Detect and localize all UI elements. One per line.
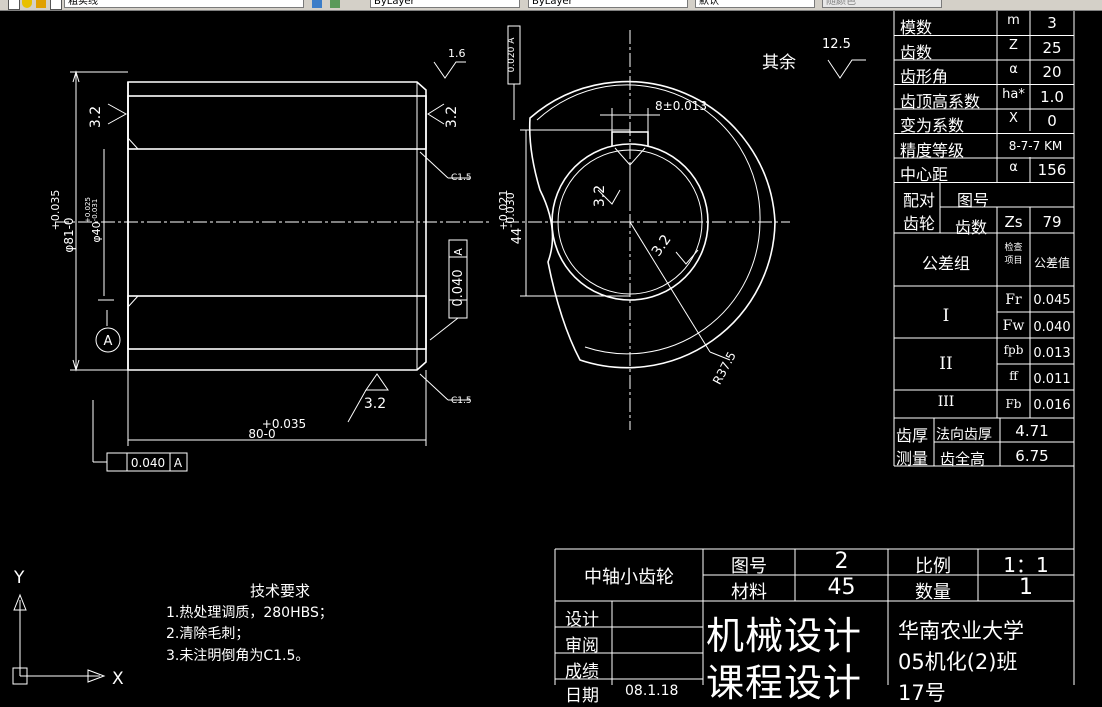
dim-outer-upper: +0.035: [49, 190, 62, 231]
gear-table: [893, 11, 1075, 685]
chamfer-top: C1.5: [451, 173, 472, 183]
title-block: [554, 548, 1074, 685]
linetype-dropdown[interactable]: ByLayer: [528, 0, 688, 8]
bottom-tol-datum: A: [174, 456, 183, 470]
ucs-icon: Y X: [12, 568, 124, 689]
properties-toolbar: 粗实线 ByLayer ByLayer 默认 随颜色: [0, 0, 1102, 11]
other-roughness-value: 12.5: [822, 37, 851, 52]
chamfer-bottom: C1.5: [451, 396, 472, 406]
tol-frame-runout: 0.040: [451, 269, 466, 306]
other-roughness-label: 其余: [762, 53, 796, 73]
dim-bore: φ40: [90, 221, 103, 242]
layer-state-icon[interactable]: [8, 0, 20, 10]
tech-item: 2.清除毛刺；: [166, 626, 249, 642]
tech-title: 技术要求: [250, 582, 310, 600]
sun-icon[interactable]: [22, 0, 32, 8]
depth-lower: -0.030: [504, 192, 517, 227]
datum-label: A: [104, 334, 113, 349]
layer-manager-icon[interactable]: [312, 0, 322, 8]
tech-requirements: 技术要求 1.热处理调质，280HBS； 2.清除毛刺； 3.未注明倒角为C1.…: [166, 582, 333, 664]
ucs-y: Y: [13, 568, 25, 588]
depth-dim: 44: [510, 228, 525, 245]
roughness-bottom: 3.2: [364, 396, 386, 412]
dim-outer: φ81-0: [62, 217, 76, 252]
radius-dim: R37.5: [710, 349, 739, 387]
roughness-top: 1.6: [448, 47, 466, 60]
roughness-keyway: 3.2: [592, 185, 608, 207]
roughness-bore: 3.2: [649, 232, 675, 259]
ucs-x: X: [112, 669, 124, 689]
tech-item: 3.未注明倒角为C1.5。: [166, 648, 309, 664]
lineweight-dropdown[interactable]: 默认: [695, 0, 815, 8]
keyway-dim: 8±0.013: [655, 99, 707, 113]
plotstyle-dropdown: 随颜色: [822, 0, 942, 8]
dim-width: 80-0: [248, 427, 275, 441]
roughness-right: 3.2: [444, 106, 460, 128]
color-dropdown[interactable]: ByLayer: [370, 0, 520, 8]
tol-frame-datum: A: [452, 248, 465, 256]
roughness-left: 3.2: [88, 106, 104, 128]
side-tol-frame: 0.020 A: [507, 37, 517, 73]
section-view: 1.6 3.2 3.2 C1.5 C1.5 A 0.040 A 0.040 A …: [49, 47, 490, 472]
layer-previous-icon[interactable]: [330, 0, 340, 8]
color-square-icon[interactable]: [50, 0, 62, 10]
bottom-tol-value: 0.040: [131, 456, 165, 470]
dim-bore-lower: -0.031: [91, 199, 99, 222]
side-view: 0.020 A 其余 12.5 8±0.013 +0.021 -0.030 44…: [497, 25, 866, 430]
layer-dropdown[interactable]: 粗实线: [64, 0, 304, 8]
drawing-canvas[interactable]: 1.6 3.2 3.2 C1.5 C1.5 A 0.040 A 0.040 A …: [0, 11, 1102, 696]
lock-icon[interactable]: [36, 0, 46, 8]
tech-item: 1.热处理调质，280HBS；: [166, 605, 333, 621]
